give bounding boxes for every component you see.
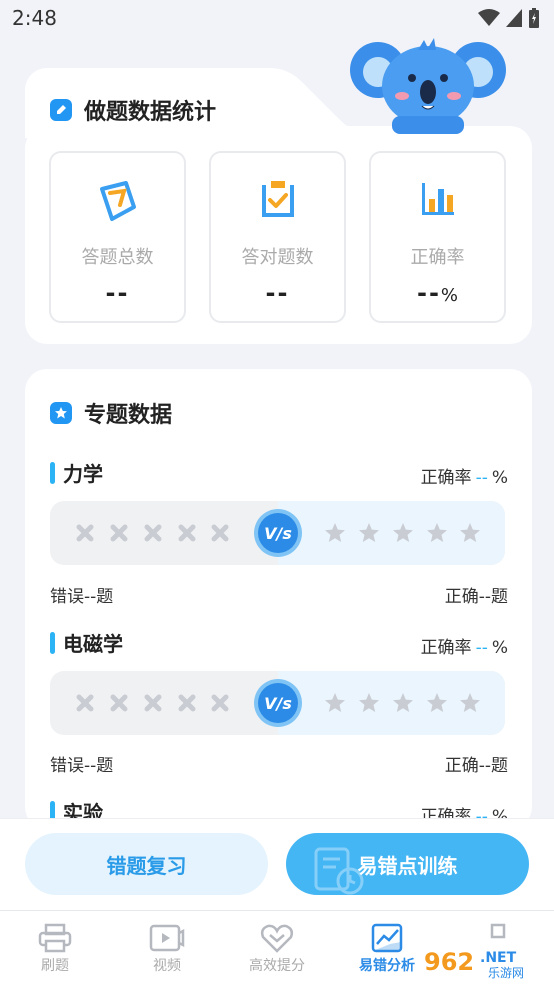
stat-total-answers: 答题总数 -- [49,151,186,323]
battery-icon [529,8,539,28]
site-watermark: 962 .NET 乐游网 [420,944,550,980]
tab-label: 高效提分 [249,958,305,974]
wrong-count: 错误--题 [50,756,114,776]
wrong-mark-icon [178,524,196,542]
stat-value: --% [416,279,459,307]
tab-boost-score[interactable]: 高效提分 [232,921,322,975]
error-training-label: 易错点训练 [357,855,458,878]
star-icon [325,523,345,542]
star-icon [427,523,447,542]
stat-label: 正确率 [410,247,465,268]
wrong-mark-icon [211,694,229,712]
topic-vs-track: V/s [50,501,505,565]
heart-chevron-icon [260,924,294,953]
right-count: 正确--题 [444,587,508,607]
wrong-mark-icon [178,694,196,712]
action-bar: 错题复习 易错点训练 [0,818,554,910]
topic-marker [50,461,55,484]
tab-label: 视频 [153,958,181,974]
topic-name: 力学 [50,458,103,487]
wrong-review-button[interactable]: 错题复习 [25,833,268,895]
printer-icon [38,923,72,953]
star-icon [393,693,413,712]
wrong-mark-icon [144,524,162,542]
topic-marker [50,631,55,654]
watermark-sub: 乐游网 [488,966,524,980]
star-badge-icon [50,402,72,424]
topics-title-text: 专题数据 [84,403,173,428]
watermark-suffix: .NET [480,950,517,966]
wrong-count: 错误--题 [50,587,114,607]
chart-icon [371,923,403,953]
tab-practice[interactable]: 刷题 [10,921,100,975]
topic-vs-track: V/s [50,671,505,735]
star-icon [460,693,480,712]
vs-badge: V/s [258,683,298,723]
stats-title: 做题数据统计 [50,94,216,126]
wrong-mark-icon [211,524,229,542]
wrong-mark-icon [76,524,94,542]
wrong-mark-icon [110,524,128,542]
stat-value: -- [265,279,290,307]
star-icon [460,523,480,542]
stat-value: -- [105,279,130,307]
stat-label: 答对题数 [241,247,314,268]
wrong-mark-icon [110,694,128,712]
star-icon [359,523,379,542]
topic-rate: 正确率 --% [420,638,508,658]
signal-icon [506,9,522,27]
stat-accuracy: 正确率 --% [369,151,506,323]
watermark-number: 962 [424,948,474,976]
bar-chart-icon [421,183,454,215]
koala-mascot-icon [350,38,506,134]
error-training-button[interactable]: 易错点训练 [286,833,529,895]
wifi-icon [478,9,500,26]
star-icon [325,693,345,712]
wrong-mark-icon [76,694,94,712]
topics-title: 专题数据 [50,397,172,429]
tab-label: 刷题 [41,958,69,974]
status-icons [478,8,540,28]
star-icon [393,523,413,542]
topic-name: 电磁学 [50,628,123,657]
stat-label: 答题总数 [81,247,154,268]
checked-clipboard-icon [261,181,294,217]
pencil-badge-icon [50,99,72,121]
wrong-mark-icon [144,694,162,712]
status-bar: 2:48 [0,0,554,38]
vs-badge: V/s [258,513,298,553]
star-icon [427,693,447,712]
right-count: 正确--题 [444,756,508,776]
status-time: 2:48 [12,6,57,30]
answer-sheet-icon [99,181,136,221]
star-icon [359,693,379,712]
topic-rate: 正确率 --% [420,468,508,488]
stat-correct-answers: 答对题数 -- [209,151,346,323]
video-icon [149,924,185,952]
stats-title-text: 做题数据统计 [84,100,217,125]
tab-video[interactable]: 视频 [122,921,212,975]
